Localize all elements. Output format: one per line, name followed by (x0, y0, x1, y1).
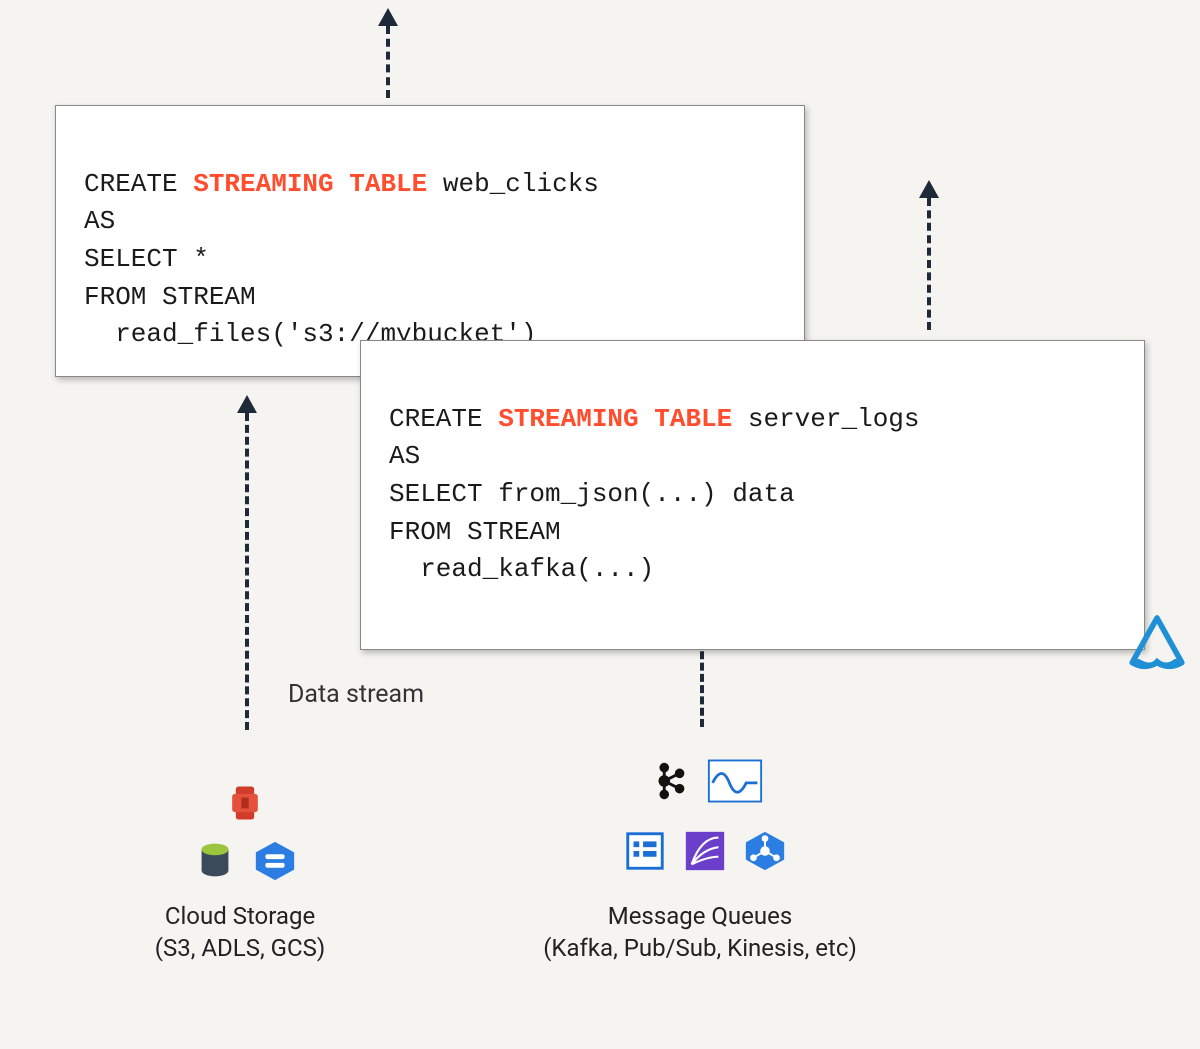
kafka-icon (647, 758, 693, 804)
code-box-web-clicks: CREATE STREAMING TABLE web_clicks AS SEL… (55, 105, 805, 377)
data-stream-label: Data stream (288, 680, 424, 709)
code-text: CREATE (84, 169, 193, 199)
message-queue-icons (575, 758, 835, 874)
eventhub-icon (622, 828, 668, 874)
arrow-head-icon (237, 395, 257, 413)
code-text: AS (84, 206, 115, 236)
code-text: FROM STREAM (84, 282, 256, 312)
s3-icon (192, 838, 238, 884)
cloud-storage-subtitle: (S3, ADLS, GCS) (135, 932, 345, 964)
code-text: server_logs (732, 404, 919, 434)
pulsar-icon (707, 758, 763, 804)
cloud-storage-title: Cloud Storage (135, 900, 345, 932)
code-text: AS (389, 441, 420, 471)
code-text: FROM STREAM (389, 517, 561, 547)
delta-lake-icon (1064, 575, 1126, 637)
code-text: read_kafka(...) (389, 554, 654, 584)
message-queue-subtitle: (Kafka, Pub/Sub, Kinesis, etc) (510, 932, 890, 964)
code-text: SELECT * (84, 244, 209, 274)
arrow-line (386, 26, 390, 98)
code-box-server-logs: CREATE STREAMING TABLE server_logs AS SE… (360, 340, 1145, 650)
kinesis-icon (682, 828, 728, 874)
arrow-line (700, 640, 704, 727)
arrow-head-icon (378, 8, 398, 26)
code-text: SELECT from_json(...) data (389, 479, 795, 509)
gcs-icon (252, 838, 298, 884)
arrow-line (927, 198, 931, 330)
adls-icon (160, 780, 330, 826)
message-queue-label: Message Queues (Kafka, Pub/Sub, Kinesis,… (510, 900, 890, 965)
arrow-storage-to-code (237, 395, 257, 730)
cloud-storage-label: Cloud Storage (S3, ADLS, GCS) (135, 900, 345, 965)
code-text: CREATE (389, 404, 498, 434)
pubsub-icon (742, 828, 788, 874)
cloud-storage-icons (160, 780, 330, 884)
code-keyword-highlight: STREAMING TABLE (498, 404, 732, 434)
arrow-head-icon (919, 180, 939, 198)
code-keyword-highlight: STREAMING TABLE (193, 169, 427, 199)
arrow-line (245, 413, 249, 730)
arrow-top-right (919, 180, 939, 330)
code-text: web_clicks (427, 169, 599, 199)
message-queue-title: Message Queues (510, 900, 890, 932)
arrow-top-left (378, 8, 398, 98)
